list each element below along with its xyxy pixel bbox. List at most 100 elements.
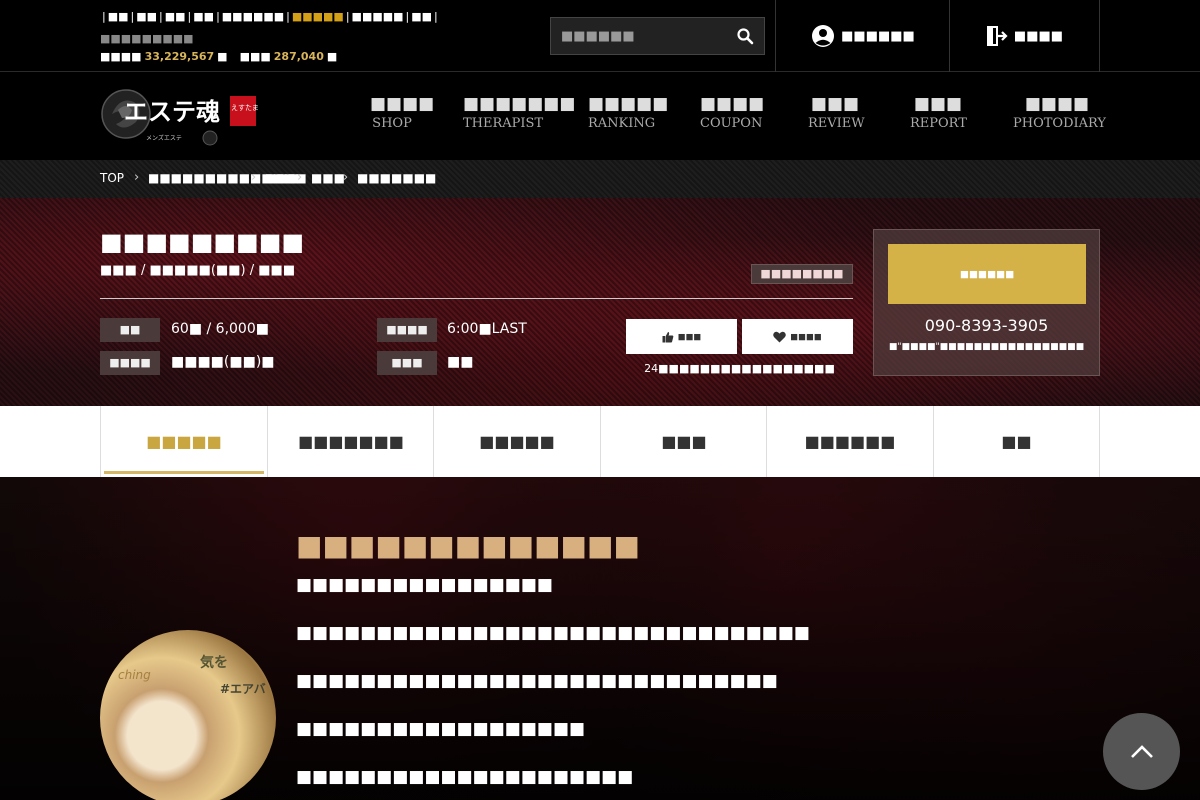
nav-label-jp: ■■■ bbox=[913, 94, 963, 114]
tab-schedule[interactable]: ■■■■■ bbox=[433, 406, 600, 477]
shop-image[interactable]: 気を ching #エアバ bbox=[100, 630, 276, 800]
stat-unit: ■ bbox=[217, 50, 228, 63]
info-value-hours: 6:00■LAST bbox=[447, 321, 527, 337]
shop-subtitle: ■■■ / ■■■■■(■■) / ■■■ bbox=[100, 263, 296, 278]
stat-value: 33,229,567 bbox=[144, 50, 215, 63]
nav-review[interactable]: ■■■ REVIEW bbox=[808, 94, 865, 131]
region-link[interactable]: ■■ bbox=[411, 10, 432, 23]
search-icon[interactable] bbox=[736, 27, 754, 45]
content-line: ■■■■■■■■■■■■■■■■■■■■■ bbox=[296, 767, 634, 787]
scroll-to-top-button[interactable] bbox=[1103, 713, 1180, 790]
nav-coupon[interactable]: ■■■■ COUPON bbox=[700, 94, 764, 131]
tab-price[interactable]: ■■■ bbox=[600, 406, 767, 477]
region-link[interactable]: ■■ bbox=[193, 10, 214, 23]
logo-text: エステ魂 bbox=[124, 98, 220, 126]
region-link[interactable]: ■■ bbox=[136, 10, 157, 23]
info-label-access: ■■■■ bbox=[100, 351, 160, 375]
image-text: ching bbox=[118, 668, 151, 682]
nav-photodiary[interactable]: ■■■■ PHOTODIARY bbox=[1013, 94, 1106, 131]
call-button[interactable]: ■■■■■■ bbox=[888, 244, 1086, 304]
content-title: ■■■■■■■■■■■■■ bbox=[296, 529, 640, 562]
nav-label-jp: ■■■■ bbox=[370, 94, 435, 114]
thumbs-up-icon bbox=[662, 331, 674, 342]
content-line: ■■■■■■■■■■■■■■■■■■■■■■■■■■■■■■ bbox=[296, 671, 778, 691]
nav-label-jp: ■■■ bbox=[810, 94, 860, 114]
separator: | bbox=[405, 10, 410, 23]
shop-content: ■■■■■■■■■■■■■ ■■■■■■■■■■■■■■■■ ■■■■■■■■■… bbox=[0, 477, 1200, 800]
favorite-label: ■■■■ bbox=[790, 329, 822, 344]
region-link[interactable]: ■■■■■■ bbox=[222, 10, 284, 23]
content-line: ■■■■■■■■■■■■■■■■■■■■■■■■■■■■■■■■ bbox=[296, 623, 810, 643]
region-link-active[interactable]: ■■■■■ bbox=[292, 10, 344, 23]
stat-unit: ■ bbox=[326, 50, 338, 63]
info-label-hours: ■■■■ bbox=[377, 318, 437, 342]
register-icon bbox=[986, 26, 1008, 46]
region-link[interactable]: ■■ bbox=[165, 10, 186, 23]
search-input[interactable] bbox=[561, 27, 726, 45]
stat-value: 287,040 bbox=[273, 50, 324, 63]
register-label: ■■■■ bbox=[1013, 28, 1064, 44]
action-note: 24■■■■■■■■■■■■■■■■■ bbox=[644, 362, 835, 375]
nav-report[interactable]: ■■■ REPORT bbox=[910, 94, 967, 131]
logo-subtext: メンズエステ bbox=[146, 134, 182, 142]
content-line: ■■■■■■■■■■■■■■■■ bbox=[296, 575, 553, 595]
search-box bbox=[550, 17, 765, 55]
chevron-right-icon: › bbox=[134, 170, 140, 185]
tab-therapists[interactable]: ■■■■■■■ bbox=[267, 406, 434, 477]
login-button[interactable]: ■■■■■■ bbox=[775, 0, 950, 72]
nav-ranking[interactable]: ■■■■■ RANKING bbox=[588, 94, 669, 131]
chevron-right-icon: › bbox=[251, 170, 257, 185]
separator: | bbox=[345, 10, 350, 23]
separator: | bbox=[102, 10, 106, 23]
site-description: ■■■■■■■■■ bbox=[100, 32, 194, 45]
separator: | bbox=[130, 10, 135, 23]
site-logo[interactable]: エステ魂 えすたま メンズエステ bbox=[100, 80, 260, 148]
breadcrumb: TOP › ■■■■■■■■■■■■■■ › ■■■ › ■■■ › ■■■■■… bbox=[0, 160, 1200, 198]
tab-reviews[interactable]: ■■■■■■ bbox=[766, 406, 933, 477]
nav-shop[interactable]: ■■■■ SHOP bbox=[370, 94, 435, 131]
region-link[interactable]: ■■■■■ bbox=[352, 10, 404, 23]
nav-therapist[interactable]: ■■■■■■■ THERAPIST bbox=[463, 94, 576, 131]
nav-label-jp: ■■■■■ bbox=[588, 94, 669, 114]
image-text: 気を bbox=[200, 655, 228, 671]
logo-badge-text: えすたま bbox=[231, 104, 259, 112]
separator: | bbox=[187, 10, 192, 23]
nav-label-en: THERAPIST bbox=[463, 116, 544, 131]
region-link[interactable]: ■■ bbox=[108, 10, 129, 23]
site-stats: ■■■■ 33,229,567 ■ ■■■ 287,040 ■ bbox=[100, 50, 337, 63]
user-icon bbox=[812, 25, 835, 47]
nav-label-en: COUPON bbox=[700, 116, 763, 131]
like-button[interactable]: ■■■ bbox=[626, 319, 737, 354]
like-label: ■■■ bbox=[677, 329, 702, 344]
info-value-price: 60■ / 6,000■ bbox=[171, 321, 269, 337]
separator: | bbox=[216, 10, 220, 23]
nav-label-en: REVIEW bbox=[808, 116, 865, 131]
phone-number[interactable]: 090-8393-3905 bbox=[874, 316, 1099, 335]
breadcrumb-link[interactable]: TOP bbox=[100, 171, 124, 185]
separator: | bbox=[434, 10, 438, 23]
shop-hero: ■■■■■■■■■ ■■■ / ■■■■■(■■) / ■■■ ■■■■■■■■… bbox=[0, 198, 1200, 406]
image-text: #エアバ bbox=[220, 682, 266, 696]
call-note: ■"■■■■"■■■■■■■■■■■■■■■■■ bbox=[888, 342, 1085, 352]
separator: | bbox=[159, 10, 163, 23]
tab-top[interactable]: ■■■■■ bbox=[100, 406, 267, 477]
region-links: | ■■ | ■■ | ■■ | ■■ | ■■■■■■ | ■■■■■ | ■■■■■ | ■■ | bbox=[100, 10, 440, 23]
divider bbox=[100, 298, 853, 299]
nav-label-jp: ■■■■ bbox=[1024, 94, 1090, 114]
shop-title: ■■■■■■■■■ bbox=[100, 228, 305, 256]
register-button[interactable]: ■■■■ bbox=[949, 0, 1100, 72]
breadcrumb-link[interactable]: ■■■ bbox=[265, 171, 299, 185]
call-box: ■■■■■■ 090-8393-3905 ■"■■■■"■■■■■■■■■■■■… bbox=[873, 229, 1100, 376]
stat-label: ■■■ bbox=[239, 50, 271, 63]
nav-label-jp: ■■■■■■■ bbox=[463, 94, 576, 114]
info-label-price: ■■ bbox=[100, 318, 160, 342]
info-value-holiday: ■■ bbox=[447, 354, 474, 370]
shop-tag-badge: ■■■■■■■■ bbox=[751, 264, 853, 284]
tab-access[interactable]: ■■ bbox=[933, 406, 1100, 477]
breadcrumb-link[interactable]: ■■■ bbox=[311, 171, 345, 185]
nav-label-en: SHOP bbox=[372, 116, 412, 131]
nav-label-en: REPORT bbox=[910, 116, 967, 131]
content-line: ■■■■■■■■■■■■■■■■■■ bbox=[296, 719, 586, 739]
heart-icon bbox=[773, 331, 787, 342]
favorite-button[interactable]: ■■■■ bbox=[742, 319, 853, 354]
